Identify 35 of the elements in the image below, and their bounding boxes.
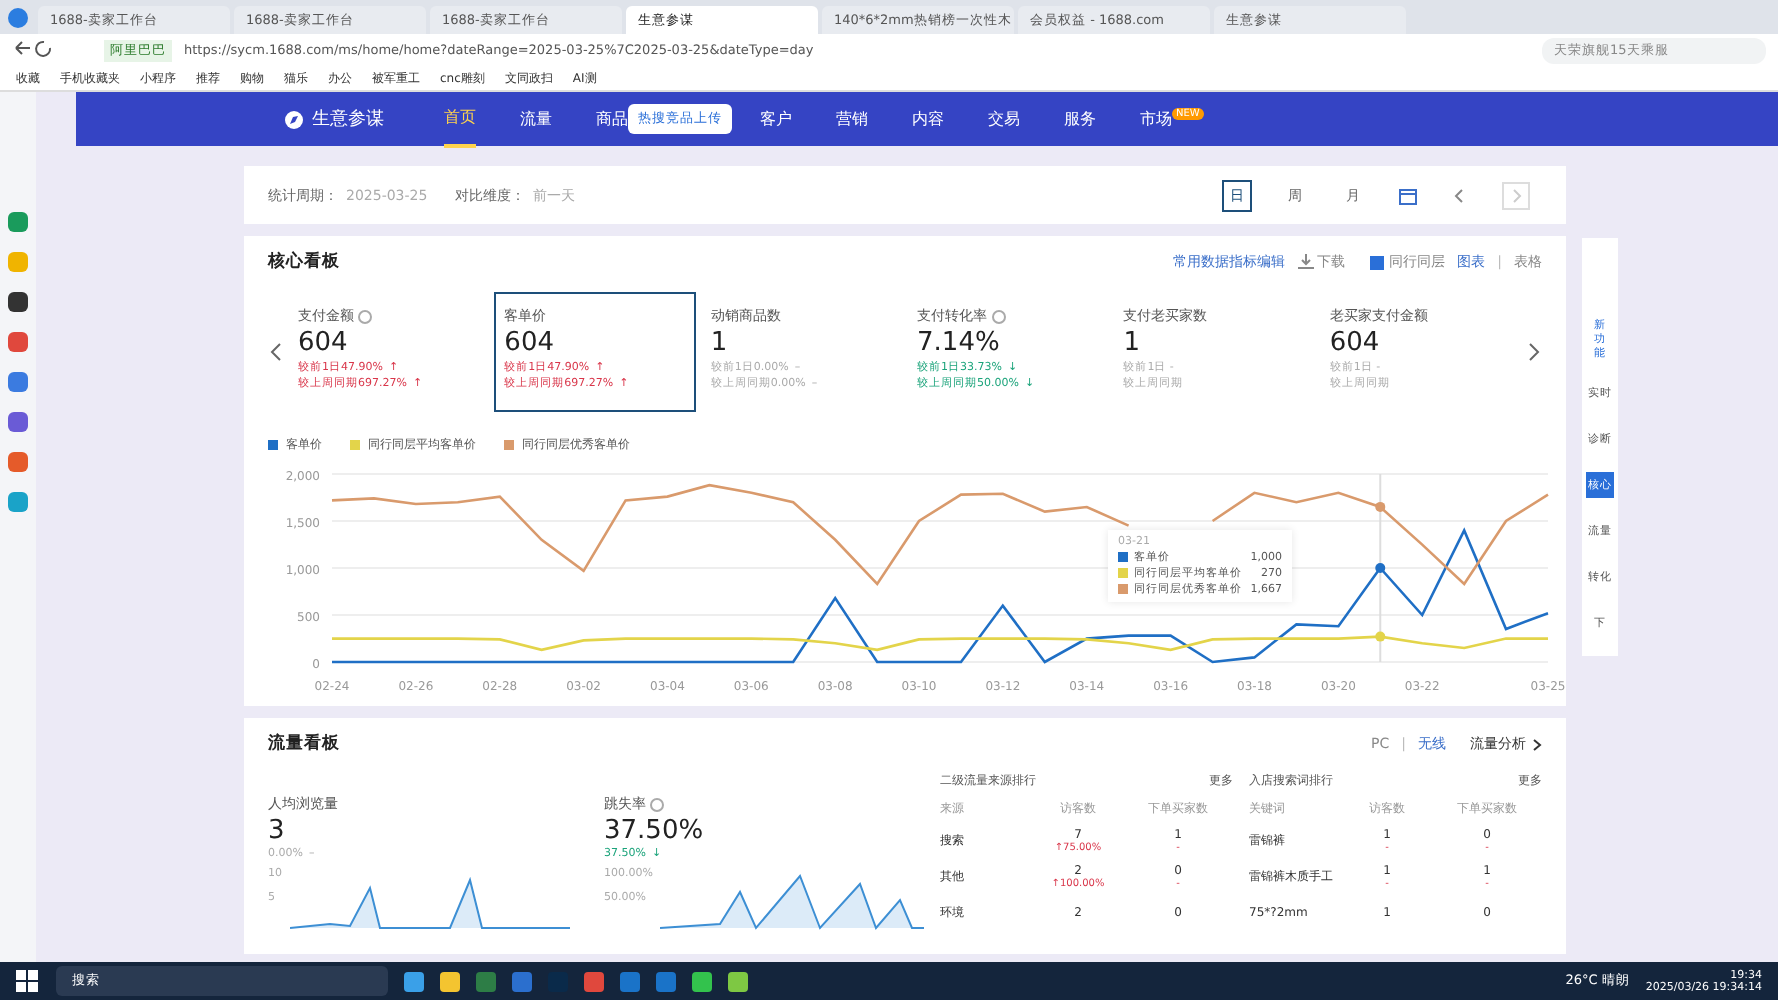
calendar-icon[interactable] [1398,185,1418,205]
metric-value: 604 [504,328,556,358]
metric-value: 7.14% [917,328,1002,358]
data-point [1375,631,1386,642]
new-badge: NEW [1172,108,1204,121]
windows-icon[interactable] [16,969,40,993]
metric-value: 1 [710,328,730,358]
legend-swatch [504,440,514,450]
section-title: 流量看板 [268,732,340,756]
metric-value: 3 [268,816,287,846]
metric-value: 604 [298,328,350,358]
data-point [1375,563,1386,573]
data-point [1375,501,1386,512]
metric-value: 37.50% [604,816,706,846]
legend-swatch [350,440,360,450]
nav-tab[interactable]: 交易 [988,92,1020,146]
nav-tab[interactable]: 内容 [912,92,944,146]
compass-icon [284,109,304,129]
download-icon [1297,254,1314,270]
legend-swatch [268,440,278,450]
nav-tab[interactable]: 商品 [596,92,628,146]
nav-tab[interactable]: 服务 [1064,92,1096,146]
metric-value: 604 [1329,328,1382,358]
prev-icon[interactable] [268,342,284,362]
section-title: 核心看板 [268,250,340,274]
chevron-icon [1532,737,1542,751]
logo[interactable]: 生意参谋 [284,106,384,132]
nav-tab[interactable]: 流量 [520,92,552,146]
nav-tab[interactable]: 首页 [444,90,476,148]
next-icon[interactable] [1526,342,1543,362]
nav-tab[interactable]: 客户 [760,92,792,146]
nav-tab[interactable]: 市场 $^{NEW}$ [1140,92,1204,146]
browser-icon[interactable] [8,8,28,28]
metric-value: 1 [1123,328,1142,358]
nav-tab[interactable]: 营销 [836,92,868,146]
